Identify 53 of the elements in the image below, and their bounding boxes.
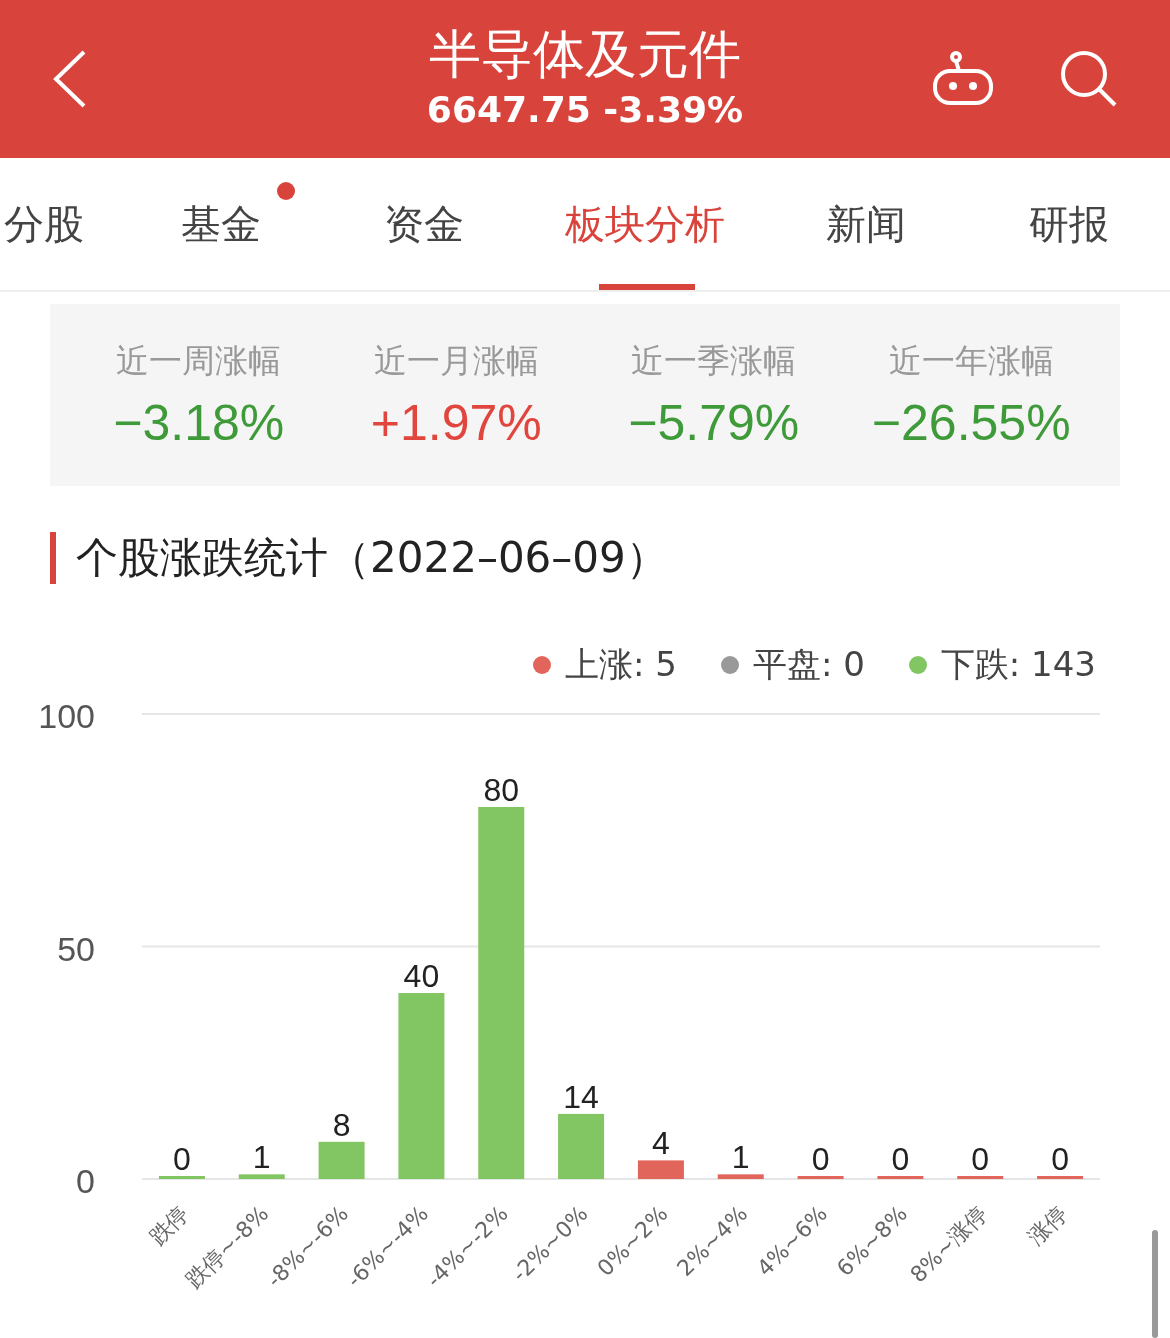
legend-label: 平盘: 0: [752, 643, 865, 686]
search-icon[interactable]: [1060, 50, 1118, 108]
stat-value: +1.97%: [370, 393, 542, 452]
scrollbar[interactable]: [1152, 1230, 1158, 1338]
bar: [877, 1176, 924, 1179]
stat-label: 近一年涨幅: [888, 339, 1054, 382]
legend-label: 下跌: 143: [940, 643, 1096, 686]
stat-value: −26.55%: [871, 393, 1071, 452]
legend-label: 上涨: 5: [565, 643, 677, 686]
data-label: 4: [652, 1125, 670, 1162]
axis-tick-label: 100: [38, 697, 95, 735]
data-label: 1: [731, 1139, 750, 1176]
bar: [558, 1113, 605, 1179]
page-title: 半导体及元件: [429, 23, 741, 86]
stat-label: 近一季涨幅: [631, 339, 797, 382]
bar: [238, 1174, 285, 1179]
bar: [717, 1174, 764, 1179]
tab[interactable]: 新闻: [765, 158, 968, 290]
bar: [318, 1141, 365, 1179]
data-label: 80: [483, 772, 520, 808]
data-label: 0: [891, 1141, 910, 1177]
tab[interactable]: 板块分析: [525, 158, 765, 290]
axis-tick-label: 50: [57, 929, 95, 968]
tab[interactable]: 资金: [322, 158, 525, 290]
data-label: 1: [252, 1139, 271, 1176]
stat-value: −3.18%: [113, 393, 285, 452]
category-label: 涨停: [1022, 1200, 1072, 1250]
bar: [1037, 1176, 1084, 1179]
data-label: 0: [1051, 1141, 1069, 1177]
tab[interactable]: 研报: [967, 158, 1170, 290]
bar: [158, 1176, 205, 1179]
notification-dot: [276, 182, 295, 200]
category-label: 跌停: [144, 1200, 194, 1250]
tab[interactable]: 分股: [0, 158, 120, 290]
bar: [957, 1176, 1004, 1179]
section-title: 个股涨跌统计（2022–06–09）: [76, 532, 668, 584]
stat-label: 近一周涨幅: [116, 339, 282, 382]
data-label: 0: [173, 1141, 191, 1177]
data-label: 0: [811, 1141, 830, 1177]
stat-label: 近一月涨幅: [373, 339, 539, 382]
bar: [797, 1176, 844, 1179]
axis-tick-label: 0: [76, 1162, 95, 1200]
tab[interactable]: 基金: [120, 158, 323, 290]
data-label: 0: [971, 1141, 990, 1177]
section-marker: [50, 532, 56, 584]
bar: [637, 1160, 684, 1179]
data-label: 40: [403, 958, 440, 994]
data-label: 14: [563, 1078, 599, 1115]
index-quote: 6647.75 -3.39%: [426, 88, 744, 132]
robot-icon[interactable]: [932, 51, 994, 107]
back-icon[interactable]: [52, 49, 88, 109]
data-label: 8: [332, 1106, 351, 1143]
stat-value: −5.79%: [628, 393, 800, 452]
